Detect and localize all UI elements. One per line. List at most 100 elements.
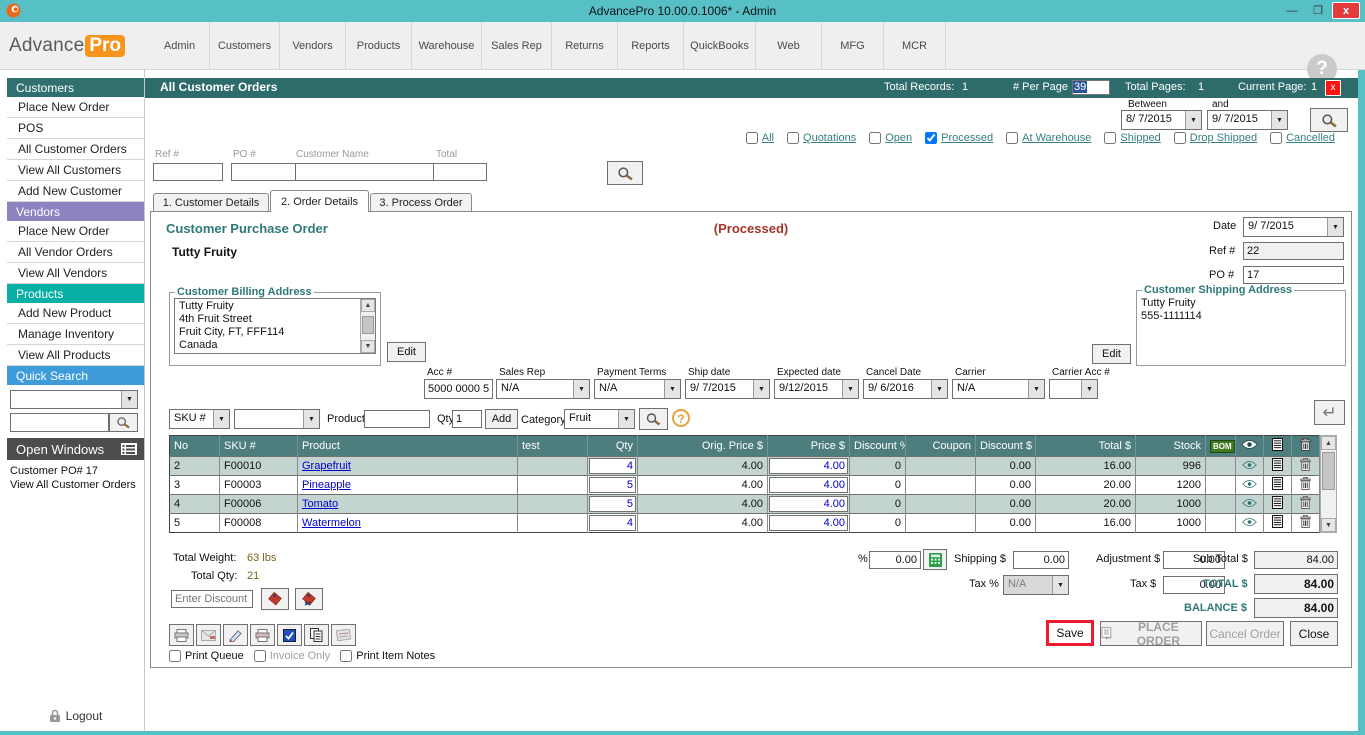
qty-input[interactable] [589,515,636,531]
sidebar-item-add-new-product[interactable]: Add New Product [7,303,144,324]
qty-input[interactable] [589,496,636,512]
invoice-only-checkbox[interactable] [254,650,266,662]
calculator-button[interactable] [923,549,947,570]
filter-drop-shipped-label[interactable]: Drop Shipped [1190,132,1257,144]
sidebar-item-view-all-vendors[interactable]: View All Vendors [7,263,144,284]
menu-reports[interactable]: Reports [618,22,684,70]
filter-open-label[interactable]: Open [885,132,912,144]
menu-returns[interactable]: Returns [552,22,618,70]
per-page-input[interactable]: 39 [1072,80,1110,95]
order-date-select[interactable]: 9/ 7/2015▼ [1243,217,1344,237]
email-button[interactable] [196,624,221,646]
table-scrollbar[interactable]: ▲ ▼ [1320,435,1337,533]
copy-button[interactable] [304,624,329,646]
filter-at-warehouse-label[interactable]: At Warehouse [1022,132,1091,144]
acc-input[interactable] [424,379,493,399]
edit-billing-button[interactable]: Edit [387,342,426,362]
sidebar-item-all-customer-orders[interactable]: All Customer Orders [7,139,144,160]
trash-icon[interactable] [1300,515,1311,528]
expected-date-select[interactable]: 9/12/2015▼ [774,379,859,399]
menu-admin[interactable]: Admin [150,22,210,70]
carrier-select[interactable]: N/A▼ [952,379,1045,399]
notes-icon[interactable] [1272,477,1283,490]
help-icon[interactable]: ? [672,409,690,427]
trash-icon[interactable] [1300,458,1311,471]
search-ref-input[interactable] [153,163,223,181]
filter-search-button[interactable] [1310,108,1348,132]
tab-order-details[interactable]: 2. Order Details [270,190,369,212]
payment-terms-select[interactable]: N/A▼ [594,379,681,399]
sidebar-item-view-all-customers[interactable]: View All Customers [7,160,144,181]
eye-icon[interactable] [1242,460,1257,470]
sku-mode-select[interactable]: SKU #▼ [169,409,230,429]
logout-button[interactable]: Logout [7,709,144,723]
add-qty-input[interactable] [452,410,482,428]
search-total-input[interactable] [433,163,487,181]
menu-mcr[interactable]: MCR [884,22,946,70]
menu-vendors[interactable]: Vendors [280,22,346,70]
shipping-input[interactable] [1013,551,1069,569]
filter-cancelled-checkbox[interactable] [1270,132,1282,144]
ship-date-select[interactable]: 9/ 7/2015▼ [685,379,770,399]
quick-search-button[interactable] [109,413,138,432]
eye-icon[interactable] [1242,498,1257,508]
enter-icon[interactable]: ↵ [1314,400,1345,425]
open-window-item[interactable]: View All Customer Orders [10,478,144,492]
menu-customers[interactable]: Customers [210,22,280,70]
quick-search-category-select[interactable]: ▼ [10,390,138,409]
cancel-order-button[interactable]: Cancel Order [1206,621,1284,646]
close-button[interactable]: Close [1290,621,1338,646]
open-window-item[interactable]: Customer PO# 17 [10,464,144,478]
scroll-up-icon[interactable]: ▲ [361,299,375,312]
filter-all-label[interactable]: All [762,132,774,144]
filter-open-checkbox[interactable] [869,132,881,144]
filter-processed-label[interactable]: Processed [941,132,993,144]
maximize-button[interactable]: ❐ [1306,2,1330,19]
filter-shipped-label[interactable]: Shipped [1120,132,1160,144]
qty-input[interactable] [589,477,636,493]
sidebar-item-vendor-place-new-order[interactable]: Place New Order [7,221,144,242]
filter-all-checkbox[interactable] [746,132,758,144]
enter-discount-input[interactable] [171,590,253,608]
save-button[interactable]: Save [1046,620,1094,646]
quick-search-input[interactable] [10,413,109,432]
date-from-select[interactable]: 8/ 7/2015▼ [1121,110,1202,130]
price-input[interactable] [769,477,848,493]
tab-process-order[interactable]: 3. Process Order [370,193,472,212]
sidebar-item-view-all-products[interactable]: View All Products [7,345,144,366]
apply-discount-button[interactable] [261,588,289,610]
sign-button[interactable] [223,624,248,646]
sidebar-item-manage-inventory[interactable]: Manage Inventory [7,324,144,345]
filter-at-warehouse-checkbox[interactable] [1006,132,1018,144]
print-queue-checkbox[interactable] [169,650,181,662]
product-link[interactable]: Grapefruit [302,460,351,472]
print-button[interactable] [169,624,194,646]
eye-icon[interactable] [1242,517,1257,527]
menu-sales-rep[interactable]: Sales Rep [482,22,552,70]
sidebar-item-pos[interactable]: POS [7,118,144,139]
product-link[interactable]: Tomato [302,498,338,510]
print-item-notes-checkbox[interactable] [340,650,352,662]
eye-icon[interactable] [1242,479,1257,489]
close-view-button[interactable]: x [1325,80,1341,96]
scroll-up-icon[interactable]: ▲ [1321,436,1336,450]
sidebar-item-all-vendor-orders[interactable]: All Vendor Orders [7,242,144,263]
filter-quotations-label[interactable]: Quotations [803,132,856,144]
category-select[interactable]: Fruit▼ [564,409,635,429]
po-input[interactable] [1243,266,1344,284]
product-search-button[interactable] [639,408,668,430]
sales-rep-select[interactable]: N/A▼ [496,379,590,399]
sku-value-select[interactable]: ▼ [234,409,320,429]
product-link[interactable]: Watermelon [302,517,361,529]
menu-quickbooks[interactable]: QuickBooks [684,22,756,70]
filter-cancelled-label[interactable]: Cancelled [1286,132,1335,144]
carrier-acc-select[interactable]: ▼ [1049,379,1098,399]
price-input[interactable] [769,515,848,531]
add-product-input[interactable] [364,410,430,428]
menu-mfg[interactable]: MFG [822,22,884,70]
discount-pct-input[interactable] [869,551,921,569]
stamp-button[interactable] [331,624,356,646]
product-link[interactable]: Pineapple [302,479,351,491]
menu-web[interactable]: Web [756,22,822,70]
cancel-date-select[interactable]: 9/ 6/2016▼ [863,379,948,399]
